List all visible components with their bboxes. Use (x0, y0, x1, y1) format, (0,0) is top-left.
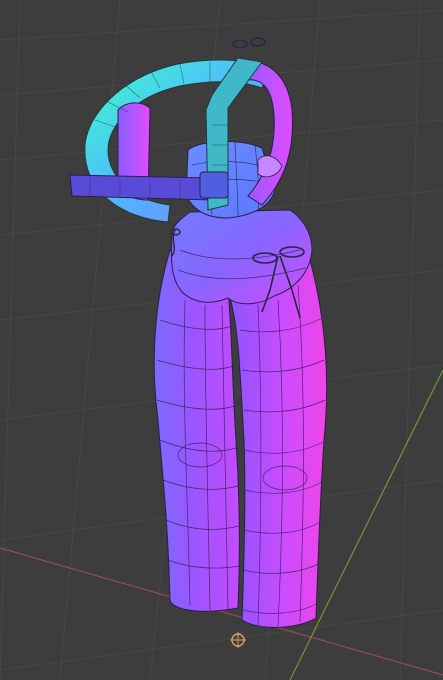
left-leg[interactable] (153, 249, 240, 612)
cross-strap[interactable] (69, 174, 213, 201)
3d-viewport[interactable] (0, 0, 443, 680)
strap-buckle[interactable] (199, 171, 229, 199)
right-leg[interactable] (227, 259, 328, 628)
viewport-canvas[interactable] (0, 0, 443, 680)
top-bow[interactable] (232, 37, 266, 49)
3d-cursor-icon[interactable] (230, 632, 246, 648)
